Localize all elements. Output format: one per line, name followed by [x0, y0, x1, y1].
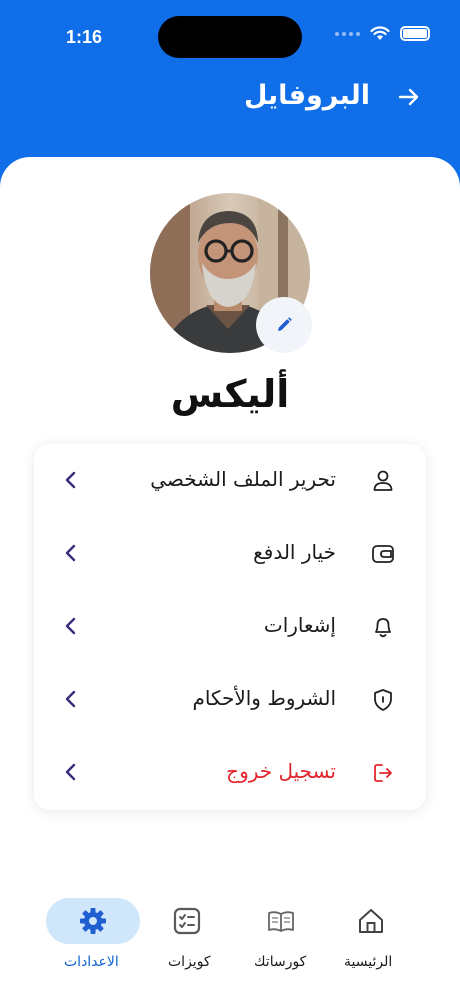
app-header: البروفايل	[0, 70, 460, 130]
menu-item-payment[interactable]: خيار الدفع	[34, 517, 426, 590]
menu-item-notifications[interactable]: إشعارات	[34, 590, 426, 663]
bell-icon	[375, 618, 391, 638]
menu-item-label: تحرير الملف الشخصي	[150, 467, 336, 491]
chevron-left-icon	[65, 763, 76, 781]
pencil-icon	[278, 317, 292, 331]
tab-settings[interactable]: الاعدادات	[46, 898, 140, 978]
edit-photo-button[interactable]	[256, 297, 312, 353]
wallet-icon	[372, 545, 394, 563]
tab-home[interactable]: الرئيسية	[340, 898, 404, 978]
tab-label-courses: كورساتك	[254, 954, 307, 970]
chevron-left-icon	[65, 544, 76, 562]
battery-icon	[400, 26, 430, 41]
avatar-container	[150, 193, 312, 353]
menu-item-label: الشروط والأحكام	[192, 686, 336, 710]
tab-label-home: الرئيسية	[344, 954, 393, 970]
tab-quizzes[interactable]: كويزات	[160, 898, 216, 978]
back-button[interactable]	[396, 84, 422, 110]
user-icon	[373, 470, 393, 491]
page-title: البروفايل	[243, 80, 370, 111]
wifi-icon	[370, 26, 390, 40]
shield-icon	[374, 689, 392, 711]
gear-icon	[80, 908, 106, 934]
logout-icon	[374, 764, 392, 782]
tab-courses[interactable]: كورساتك	[248, 898, 314, 978]
user-name: أليكس	[170, 372, 290, 416]
menu-item-label: إشعارات	[263, 613, 336, 637]
bottom-tab-bar: الاعدادات كويزات كورساتك الرئيسية	[0, 893, 460, 1000]
status-icons	[335, 26, 430, 41]
menu-item-label: خيار الدفع	[253, 540, 336, 564]
checklist-icon	[173, 907, 201, 935]
signal-icon	[335, 31, 360, 36]
menu-item-edit-profile[interactable]: تحرير الملف الشخصي	[34, 444, 426, 517]
menu-item-terms[interactable]: الشروط والأحكام	[34, 663, 426, 736]
menu-item-logout[interactable]: تسجيل خروج	[34, 736, 426, 809]
content-sheet: أليكس تحرير الملف الشخصي خيار الدفع إشعا…	[0, 157, 460, 1000]
tab-label-quizzes: كويزات	[168, 954, 211, 970]
tab-label-settings: الاعدادات	[64, 954, 119, 970]
menu-item-label: تسجيل خروج	[226, 759, 336, 783]
status-bar: 1:16	[0, 0, 460, 80]
arrow-right-icon	[398, 88, 419, 106]
home-icon	[359, 909, 383, 933]
chevron-left-icon	[65, 471, 76, 489]
settings-menu: تحرير الملف الشخصي خيار الدفع إشعارات ال…	[34, 444, 426, 810]
dynamic-island	[158, 16, 302, 58]
book-icon	[268, 911, 294, 932]
chevron-left-icon	[65, 690, 76, 708]
status-time: 1:16	[66, 27, 103, 47]
chevron-left-icon	[65, 617, 76, 635]
